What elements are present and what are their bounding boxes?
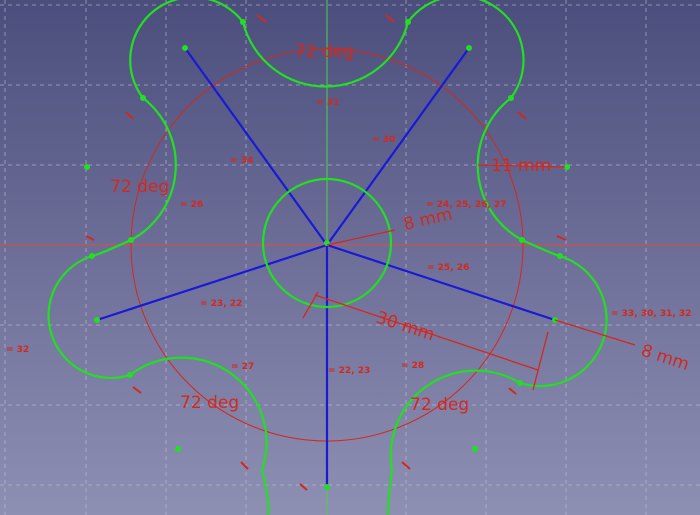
arc-right-lower <box>389 369 521 471</box>
lobe-bottom-right <box>386 469 394 515</box>
lobe-bottom <box>260 469 270 515</box>
radius-lobe-label[interactable]: 11 mm <box>491 156 551 176</box>
spoke-top-left <box>184 47 328 246</box>
dimension-lines[interactable] <box>302 164 636 391</box>
constraint-label: = 31 <box>316 98 339 108</box>
sketch-canvas[interactable]: 72 deg 72 deg 72 deg 72 deg 8 mm 11 mm 3… <box>0 0 700 515</box>
sketch-svg[interactable]: 72 deg 72 deg 72 deg 72 deg 8 mm 11 mm 3… <box>0 0 700 515</box>
angle-top-label[interactable]: 72 deg <box>295 42 354 62</box>
constraint-label: = 30 <box>372 135 395 145</box>
arc-left-lower <box>129 356 268 471</box>
spoke-right <box>326 243 556 322</box>
constraint-labels[interactable]: = 31 = 30 = 34 = 26 = 24, 25, 26, 27 = 2… <box>6 98 691 376</box>
constraint-label: = 24, 25, 26, 27 <box>426 200 506 210</box>
constraint-label: = 33, 30, 31, 32 <box>611 309 691 319</box>
constraint-label: = 25, 26 <box>427 263 469 273</box>
constraint-label: = 32 <box>6 345 29 355</box>
constraint-label: = 26 <box>180 200 203 210</box>
angle-bottom-right-label[interactable]: 72 deg <box>410 395 469 415</box>
constraint-label: = 27 <box>231 362 254 372</box>
grid <box>0 0 700 515</box>
arc-left-upper <box>130 97 177 241</box>
length-spoke-label[interactable]: 30 mm <box>373 308 436 346</box>
constraint-label: = 23, 22 <box>200 299 242 309</box>
lobe-left <box>47 238 132 380</box>
constraint-label: = 22, 23 <box>328 366 370 376</box>
angle-bottom-left-label[interactable]: 72 deg <box>180 393 239 413</box>
angle-left-label[interactable]: 72 deg <box>110 177 169 197</box>
lobe-top-right <box>407 0 525 99</box>
constraint-label: = 34 <box>230 156 253 166</box>
constraint-label: = 28 <box>401 361 424 371</box>
